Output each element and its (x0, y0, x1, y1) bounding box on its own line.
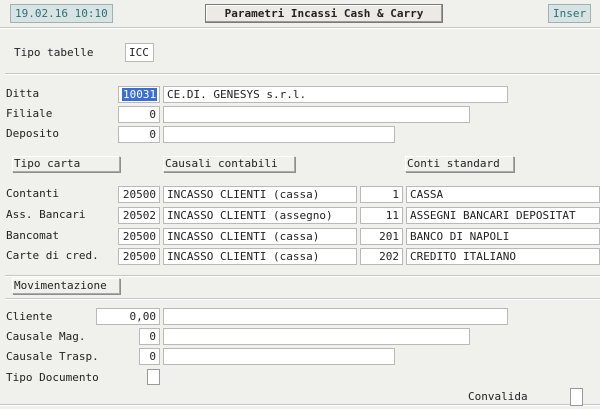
window-title: Parametri Incassi Cash & Carry (205, 4, 443, 23)
bancomat-conto-desc[interactable]: BANCO DI NAPOLI (406, 228, 600, 245)
mode-badge: Inser (548, 4, 592, 23)
tipo-tabelle-label: Tipo tabelle (14, 46, 94, 59)
ditta-name-field[interactable]: CE.DI. GENESYS s.r.l. (163, 86, 508, 103)
causale-trasp-label: Causale Trasp. (6, 350, 99, 363)
causale-mag-code-field[interactable]: 0 (139, 328, 160, 345)
cliente-label: Cliente (6, 310, 53, 323)
payment-label-contanti: Contanti (6, 187, 59, 200)
col-header-tipo-carta: Tipo carta (12, 156, 120, 172)
col-header-conti-standard: Conti standard (405, 156, 514, 172)
causale-trasp-name-field[interactable] (163, 348, 395, 365)
causale-trasp-code-field[interactable]: 0 (139, 348, 160, 365)
header-separator (0, 27, 600, 29)
section-movimentazione: Movimentazione (12, 278, 120, 294)
separator-middle (5, 275, 600, 277)
ditta-label: Ditta (6, 87, 40, 100)
tipo-tabelle-field[interactable]: ICC (125, 43, 154, 62)
contanti-causale-code[interactable]: 20500 (118, 186, 160, 203)
contanti-conto-code[interactable]: 1 (360, 186, 403, 203)
deposito-code-field[interactable]: 0 (118, 126, 160, 143)
causale-mag-name-field[interactable] (163, 328, 470, 345)
ditta-code-value: 10031 (122, 88, 158, 101)
ass-bancari-causale-desc[interactable]: INCASSO CLIENTI (assegno) (163, 207, 357, 224)
col-header-causali-contabili: Causali contabili (163, 156, 295, 172)
datetime-badge: 19.02.16 10:10 (10, 4, 113, 23)
filiale-code-field[interactable]: 0 (118, 106, 160, 123)
tipo-documento-label: Tipo Documento (6, 371, 99, 384)
payment-label-ass-bancari: Ass. Bancari (6, 208, 86, 221)
carte-credito-conto-code[interactable]: 202 (360, 248, 403, 265)
filiale-name-field[interactable] (163, 106, 470, 123)
separator-top (5, 73, 600, 75)
payment-label-carte-credito: Carte di cred. (6, 249, 99, 262)
bancomat-conto-code[interactable]: 201 (360, 228, 403, 245)
carte-credito-causale-code[interactable]: 20500 (118, 248, 160, 265)
separator-movimentazione (5, 298, 600, 300)
convalida-checkbox[interactable] (570, 388, 583, 406)
tipo-documento-checkbox[interactable] (147, 369, 160, 385)
ditta-code-field[interactable]: 10031 (118, 86, 160, 103)
contanti-conto-desc[interactable]: CASSA (406, 186, 600, 203)
payment-label-bancomat: Bancomat (6, 229, 59, 242)
ass-bancari-conto-code[interactable]: 11 (360, 207, 403, 224)
carte-credito-causale-desc[interactable]: INCASSO CLIENTI (cassa) (163, 248, 357, 265)
ass-bancari-causale-code[interactable]: 20502 (118, 207, 160, 224)
ass-bancari-conto-desc[interactable]: ASSEGNI BANCARI DEPOSITAT (406, 207, 600, 224)
causale-mag-label: Causale Mag. (6, 330, 86, 343)
filiale-label: Filiale (6, 107, 53, 120)
cliente-name-field[interactable] (163, 308, 508, 325)
cliente-code-field[interactable]: 0,00 (96, 308, 160, 325)
carte-credito-conto-desc[interactable]: CREDITO ITALIANO (406, 248, 600, 265)
deposito-name-field[interactable] (163, 126, 395, 143)
convalida-label: Convalida (468, 390, 528, 403)
contanti-causale-desc[interactable]: INCASSO CLIENTI (cassa) (163, 186, 357, 203)
deposito-label: Deposito (6, 127, 59, 140)
bancomat-causale-code[interactable]: 20500 (118, 228, 160, 245)
bancomat-causale-desc[interactable]: INCASSO CLIENTI (cassa) (163, 228, 357, 245)
